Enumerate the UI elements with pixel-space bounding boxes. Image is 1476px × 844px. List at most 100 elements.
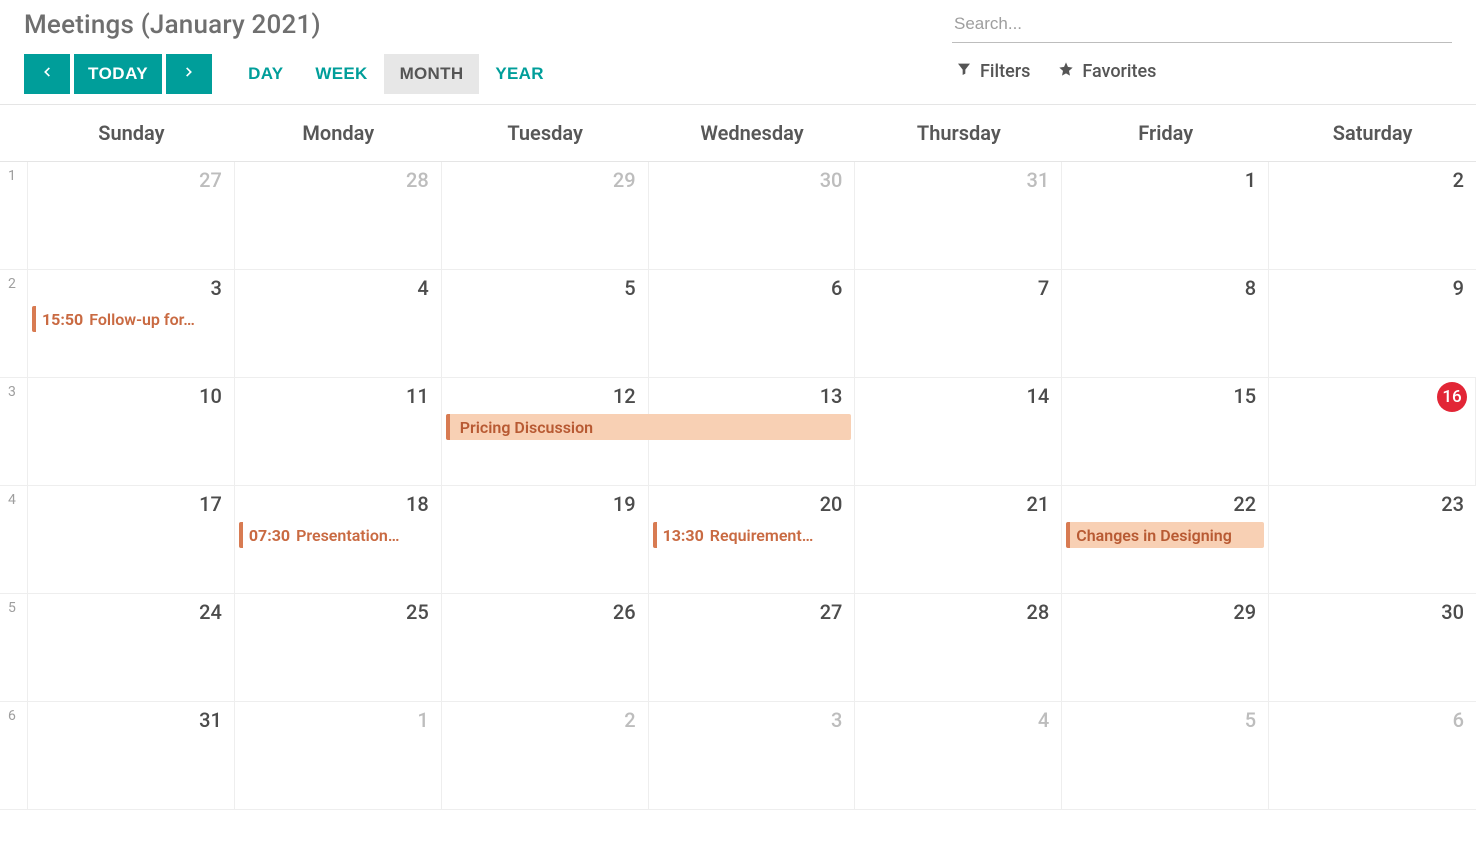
week-number: 4 — [0, 486, 28, 593]
calendar-cell[interactable]: 10 — [28, 378, 235, 485]
week-number: 6 — [0, 702, 28, 809]
day-number: 18 — [406, 492, 429, 516]
calendar-cell[interactable]: 4 — [855, 702, 1062, 809]
next-button[interactable] — [166, 54, 212, 94]
view-week-button[interactable]: WEEK — [299, 54, 383, 94]
calendar-cell[interactable]: 29 — [442, 162, 649, 269]
calendar-cell[interactable]: 31 — [855, 162, 1062, 269]
calendar-cell[interactable]: 2 — [1269, 162, 1476, 269]
calendar-cell[interactable]: 22Changes in Designing — [1062, 486, 1269, 593]
day-number: 20 — [820, 492, 843, 516]
calendar-event[interactable]: Changes in Designing — [1066, 522, 1264, 548]
calendar-cell[interactable]: 11 — [235, 378, 442, 485]
calendar-cell[interactable]: 17 — [28, 486, 235, 593]
calendar-cell[interactable]: 26 — [442, 594, 649, 701]
day-number: 17 — [199, 492, 222, 516]
day-number: 2 — [624, 708, 635, 732]
event-time: 13:30 — [663, 526, 704, 545]
calendar-cell[interactable]: 30 — [649, 162, 856, 269]
calendar-cell[interactable]: 28 — [235, 162, 442, 269]
calendar-row: 4 17 18 07:30Presentation…19 20 13:30Requirem… — [0, 486, 1476, 594]
today-button[interactable]: TODAY — [74, 54, 162, 94]
calendar-cell[interactable]: 5 — [1062, 702, 1269, 809]
calendar-cell[interactable]: 31 — [28, 702, 235, 809]
day-number: 3 — [831, 708, 842, 732]
view-day-button[interactable]: DAY — [232, 54, 299, 94]
day-number: 14 — [1027, 384, 1050, 408]
arrow-left-icon — [40, 64, 54, 84]
calendar-cell[interactable]: 15 — [1062, 378, 1269, 485]
calendar-cell[interactable]: 6 — [649, 270, 856, 377]
day-number: 28 — [406, 168, 429, 192]
events-area: 15:50Follow-up for… — [28, 306, 234, 334]
filters-button[interactable]: Filters — [956, 61, 1030, 82]
calendar-event[interactable]: 07:30Presentation… — [239, 522, 437, 548]
prev-button[interactable] — [24, 54, 70, 94]
calendar-cell[interactable]: 18 07:30Presentation… — [235, 486, 442, 593]
calendar-cell[interactable]: 16 — [1269, 378, 1476, 485]
dow-friday: Friday — [1062, 105, 1269, 161]
day-number: 30 — [1441, 600, 1464, 624]
event-title: Follow-up for… — [89, 310, 195, 329]
day-number: 26 — [613, 600, 636, 624]
day-number: 3 — [210, 276, 221, 300]
page-title: Meetings (January 2021) — [24, 10, 560, 40]
calendar-cell[interactable]: 27 — [28, 162, 235, 269]
calendar-row: 52425 26 27 28 29 30 — [0, 594, 1476, 702]
day-number: 28 — [1027, 600, 1050, 624]
favorites-button[interactable]: Favorites — [1058, 61, 1156, 82]
nav-button-group: TODAY — [24, 54, 212, 94]
day-number: 4 — [417, 276, 428, 300]
day-number: 10 — [199, 384, 222, 408]
toolbar: TODAY DAY WEEK MONTH YEAR — [24, 54, 560, 104]
week-number: 5 — [0, 594, 28, 701]
calendar-cell[interactable]: 5 — [442, 270, 649, 377]
day-number: 9 — [1453, 276, 1464, 300]
calendar-cell[interactable]: 14 — [855, 378, 1062, 485]
day-number: 15 — [1233, 384, 1256, 408]
calendar-cell[interactable]: 4 — [235, 270, 442, 377]
calendar-cell[interactable]: 30 — [1269, 594, 1476, 701]
day-number: 5 — [1245, 708, 1256, 732]
day-number: 23 — [1441, 492, 1464, 516]
calendar-event-span[interactable]: Pricing Discussion — [446, 414, 852, 440]
calendar-cell[interactable]: 23 — [1269, 486, 1476, 593]
view-year-button[interactable]: YEAR — [479, 54, 559, 94]
dow-thursday: Thursday — [855, 105, 1062, 161]
week-col-header — [0, 105, 28, 161]
cp-right: Filters Favorites — [952, 10, 1452, 92]
search-input[interactable] — [952, 10, 1452, 43]
calendar-cell[interactable]: 24 — [28, 594, 235, 701]
calendar-cell[interactable]: 25 — [235, 594, 442, 701]
calendar-event[interactable]: 15:50Follow-up for… — [32, 306, 230, 332]
calendar-cell[interactable]: 6 — [1269, 702, 1476, 809]
view-switcher: DAY WEEK MONTH YEAR — [232, 54, 560, 94]
calendar-cell[interactable]: 20 13:30Requirement… — [649, 486, 856, 593]
dow-saturday: Saturday — [1269, 105, 1476, 161]
calendar-cell[interactable]: 9 — [1269, 270, 1476, 377]
calendar-cell[interactable]: 1 — [1062, 162, 1269, 269]
calendar-cell[interactable]: 21 — [855, 486, 1062, 593]
dow-sunday: Sunday — [28, 105, 235, 161]
calendar-cell[interactable]: 2 — [442, 702, 649, 809]
calendar-event[interactable]: 13:30Requirement… — [653, 522, 851, 548]
day-number: 16 — [1437, 382, 1467, 412]
day-number: 29 — [613, 168, 636, 192]
arrow-right-icon — [182, 64, 196, 84]
calendar-cell[interactable]: 3 — [649, 702, 856, 809]
day-number: 4 — [1038, 708, 1049, 732]
calendar-cell[interactable]: 3 15:50Follow-up for… — [28, 270, 235, 377]
search-wrap — [952, 10, 1452, 43]
calendar-cell[interactable]: 1 — [235, 702, 442, 809]
calendar-cell[interactable]: 8 — [1062, 270, 1269, 377]
calendar-cell[interactable]: 19 — [442, 486, 649, 593]
calendar-cell[interactable]: 27 — [649, 594, 856, 701]
day-number: 8 — [1245, 276, 1256, 300]
event-title: Presentation… — [296, 526, 399, 545]
view-month-button[interactable]: MONTH — [384, 54, 480, 94]
calendar-cell[interactable]: 7 — [855, 270, 1062, 377]
calendar-row: 1272829303112 — [0, 162, 1476, 270]
calendar-cell[interactable]: 29 — [1062, 594, 1269, 701]
calendar-cell[interactable]: 28 — [855, 594, 1062, 701]
right-tools: Filters Favorites — [952, 61, 1156, 92]
